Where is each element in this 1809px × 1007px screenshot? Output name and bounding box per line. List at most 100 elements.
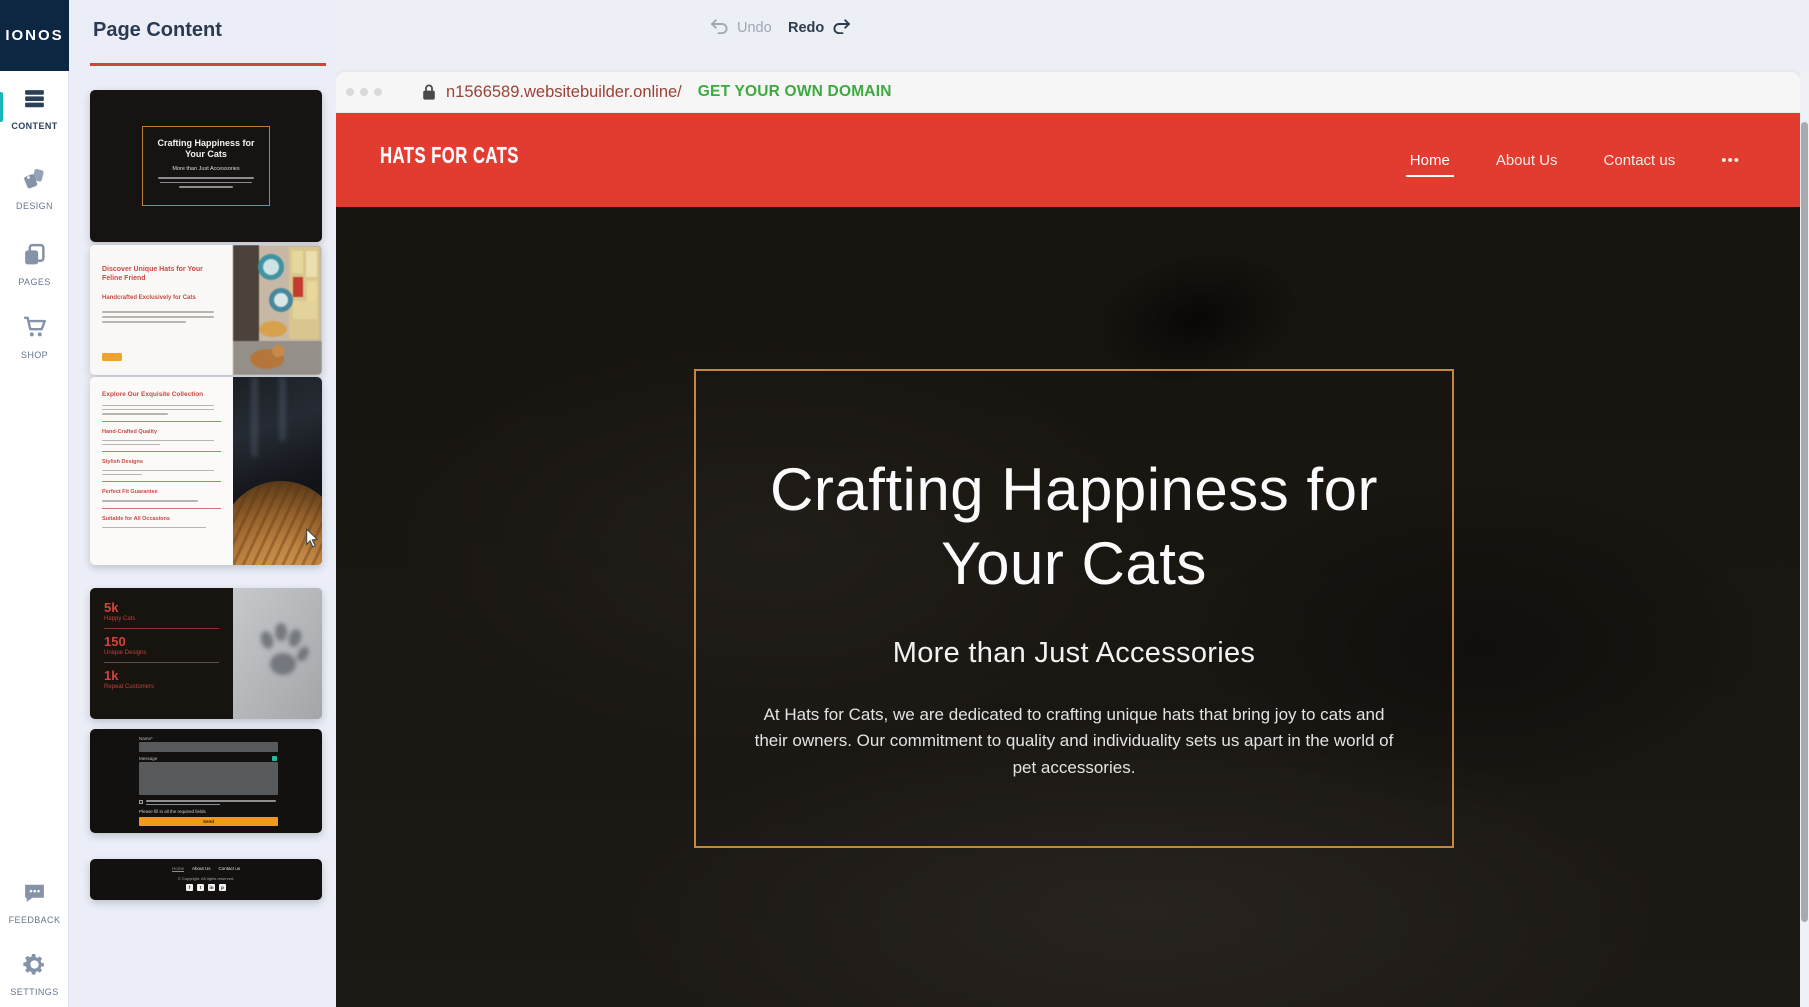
thumb-footer-links: Home About Us Contact us xyxy=(90,866,322,871)
thumb-consent-checkbox xyxy=(139,800,143,804)
sidebar-item-label: CONTENT xyxy=(11,121,57,131)
sidebar-item-settings[interactable]: SETTINGS xyxy=(0,952,69,997)
nav-about-us[interactable]: About Us xyxy=(1492,144,1562,177)
text-placeholder-bar xyxy=(160,182,252,184)
pinterest-icon: p xyxy=(219,884,226,891)
sidebar-item-label: PAGES xyxy=(18,277,50,287)
website-preview-canvas: n1566589.websitebuilder.online/ GET YOUR… xyxy=(336,72,1800,1007)
nav-contact-us[interactable]: Contact us xyxy=(1600,144,1680,177)
sidebar-item-feedback[interactable]: FEEDBACK xyxy=(0,880,69,925)
stat-value: 1k xyxy=(104,669,219,682)
editor-toolbar: Undo Redo Preview Re-Publish xyxy=(336,0,1809,72)
browser-url-bar: n1566589.websitebuilder.online/ GET YOUR… xyxy=(336,72,1800,113)
text-placeholder-bar xyxy=(102,500,198,501)
nav-more-menu[interactable]: ••• xyxy=(1717,144,1744,177)
photo-cat-fur xyxy=(233,481,322,565)
hero-title: Crafting Happiness for Your Cats xyxy=(696,453,1452,601)
app-sidebar: IONOS CONTENT DESIGN PAGES SHOP FEEDBACK xyxy=(0,0,69,1007)
site-nav: Home About Us Contact us ••• xyxy=(1406,113,1744,207)
section-thumbnail-footer[interactable]: Home About Us Contact us © Copyright. Al… xyxy=(90,859,322,900)
page-content-panel: Page Content Crafting Happiness for Your… xyxy=(69,0,336,1007)
text-placeholder-bar xyxy=(102,311,214,313)
get-your-own-domain-link[interactable]: GET YOUR OWN DOMAIN xyxy=(698,83,892,101)
text-placeholder-bar xyxy=(146,800,276,802)
thumb-form-message-textarea xyxy=(139,762,278,795)
thumb-divider xyxy=(102,421,221,422)
thumb-hero-title-line1: Crafting Happiness for xyxy=(157,138,254,149)
section-thumbnail-hero[interactable]: Crafting Happiness for Your Cats More th… xyxy=(90,90,322,242)
selected-hero-text-block[interactable]: Crafting Happiness for Your Cats More th… xyxy=(694,369,1454,848)
thumb-ai-icon xyxy=(272,756,277,761)
canvas-scrollbar-track[interactable] xyxy=(1800,72,1809,1007)
thumb-pawprint-photo xyxy=(233,588,322,719)
nav-home[interactable]: Home xyxy=(1406,144,1454,177)
thumb-divider xyxy=(104,628,219,629)
section-thumbnail-features[interactable]: Discover Unique Hats for Your Feline Fri… xyxy=(90,245,322,375)
lock-icon xyxy=(422,83,436,101)
stat-label: Unique Designs xyxy=(104,650,219,656)
text-placeholder-bar xyxy=(102,316,214,318)
canvas-scrollbar-thumb[interactable] xyxy=(1801,122,1808,922)
text-placeholder-bar xyxy=(158,177,254,179)
thumb-features-heading: Discover Unique Hats for Your Feline Fri… xyxy=(102,265,210,283)
thumb-divider xyxy=(102,451,221,452)
sidebar-item-content[interactable]: CONTENT xyxy=(0,86,69,131)
thumb-divider xyxy=(104,662,219,663)
thumb-footer-copyright: © Copyright. All rights reserved. xyxy=(90,876,322,881)
text-placeholder-bar xyxy=(102,413,168,414)
stat-value: 5k xyxy=(104,601,219,614)
ionos-logo[interactable]: IONOS xyxy=(0,0,69,71)
redo-button[interactable]: Redo xyxy=(788,17,852,39)
thumb-form-name-label: Name* xyxy=(139,736,153,741)
section-thumbnail-collection[interactable]: Explore Our Exquisite Collection Hand-Cr… xyxy=(90,377,322,565)
sidebar-item-label: SETTINGS xyxy=(10,987,58,997)
thumb-footer-social-icons: f t in p xyxy=(90,884,322,891)
twitter-icon: t xyxy=(197,884,204,891)
design-icon xyxy=(22,166,47,196)
thumb-dark-cat-photo xyxy=(233,377,322,565)
gear-icon xyxy=(22,952,47,982)
thumb-divider xyxy=(102,508,221,509)
text-placeholder-bar xyxy=(102,321,186,323)
sidebar-item-pages[interactable]: PAGES xyxy=(0,242,69,287)
thumb-features-subheading: Handcrafted Exclusively for Cats xyxy=(102,295,221,301)
panel-title: Page Content xyxy=(93,19,222,42)
sidebar-item-label: SHOP xyxy=(21,350,48,360)
photo-light-streak xyxy=(279,377,286,441)
undo-button[interactable]: Undo xyxy=(709,17,772,39)
sidebar-item-shop[interactable]: SHOP xyxy=(0,314,69,360)
thumb-street-cat-photo xyxy=(233,245,322,375)
redo-label: Redo xyxy=(788,20,824,36)
section-thumbnail-contact-form[interactable]: Name* Message Please fill in all the req… xyxy=(90,729,322,833)
site-brand[interactable]: HATS FOR CATS xyxy=(380,144,519,171)
text-placeholder-bar xyxy=(102,444,160,445)
sidebar-item-label: FEEDBACK xyxy=(9,915,61,925)
thumb-collection-item: Perfect Fit Guarantee xyxy=(102,489,221,495)
undo-label: Undo xyxy=(737,20,772,36)
hero-subtitle: More than Just Accessories xyxy=(696,637,1452,670)
text-placeholder-bar xyxy=(102,474,142,475)
text-placeholder-bar xyxy=(102,409,214,410)
content-icon xyxy=(22,86,47,116)
site-url[interactable]: n1566589.websitebuilder.online/ xyxy=(446,83,682,102)
pages-icon xyxy=(22,242,47,272)
text-placeholder-bar xyxy=(102,470,214,471)
thumb-divider xyxy=(102,481,221,482)
undo-icon xyxy=(709,17,729,39)
site-header: HATS FOR CATS Home About Us Contact us •… xyxy=(336,113,1800,207)
thumb-form-message-label: Message xyxy=(139,756,157,761)
thumb-hero-selection-box: Crafting Happiness for Your Cats More th… xyxy=(142,126,270,206)
sidebar-item-design[interactable]: DESIGN xyxy=(0,166,69,211)
text-placeholder-bar xyxy=(146,804,220,806)
text-placeholder-bar xyxy=(102,405,214,406)
thumb-stats-column: 5k Happy Cats 150 Unique Designs 1k Repe… xyxy=(90,588,233,719)
section-thumbnail-stats[interactable]: 5k Happy Cats 150 Unique Designs 1k Repe… xyxy=(90,588,322,719)
thumb-send-button: Send xyxy=(139,817,278,826)
thumb-hero-subtitle: More than Just Accessories xyxy=(172,166,239,172)
instagram-icon: in xyxy=(208,884,215,891)
thumb-hero-title-line2: Your Cats xyxy=(185,149,227,160)
facebook-icon: f xyxy=(186,884,193,891)
thumb-features-text-column: Discover Unique Hats for Your Feline Fri… xyxy=(90,245,233,375)
stat-label: Repeat Customers xyxy=(104,684,219,690)
thumb-form-name-input xyxy=(139,742,278,752)
